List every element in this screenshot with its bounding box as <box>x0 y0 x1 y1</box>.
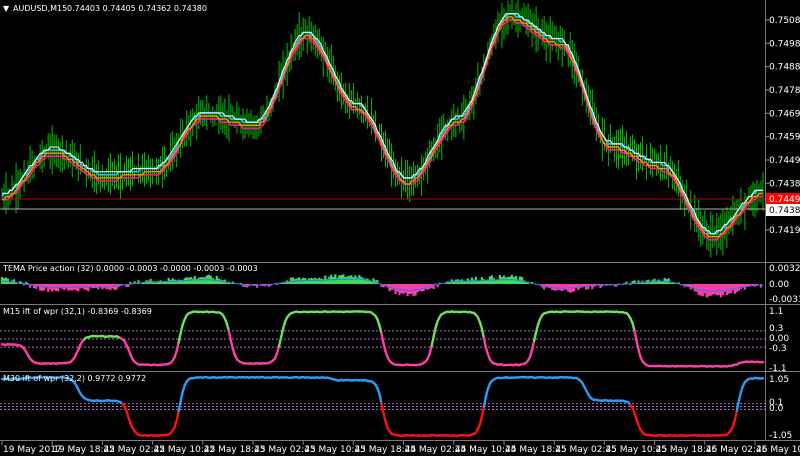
trading-chart[interactable]: ▼ AUDUSD,M15 0.74403 0.74405 0.74362 0.7… <box>0 0 800 456</box>
price-tick-label: 0.75083 <box>769 16 800 26</box>
price-tick-label: 0.74380 <box>769 179 800 189</box>
oscillator-tick-label: 1.1 <box>769 307 783 317</box>
oscillator-tick-label: -1.1 <box>769 364 787 374</box>
time-tick-label: 26 May 10:45 <box>756 445 800 455</box>
tema-tick-label: -0.0033 <box>769 295 800 305</box>
current-price-boxes: 0.74497 0.74380 <box>766 193 800 216</box>
oscillator-tick-label: 1.05 <box>769 375 789 385</box>
price-tick-label: 0.74593 <box>769 133 800 143</box>
m15-pane-label: M15 ift of wpr (32,1) -0.8369 -0.8369 <box>3 307 152 316</box>
price-tick-label: 0.74988 <box>769 39 800 49</box>
oscillator-tick-label: 0.0 <box>769 404 784 414</box>
marker-price-label: 0.74497 <box>769 195 800 205</box>
tema-pane-label: TEMA Price action (32) 0.0000 -0.0003 -0… <box>2 264 258 273</box>
price-tick-label: 0.74788 <box>769 86 800 96</box>
oscillator-tick-label: -1.05 <box>769 431 792 441</box>
symbol-title: AUDUSD,M15 <box>13 4 67 13</box>
m30-pane-label: M30 ift of wpr (32,2) 0.9772 0.9772 <box>3 374 146 383</box>
price-tick-label: 0.74493 <box>769 156 800 166</box>
price-tick-label: 0.74693 <box>769 109 800 119</box>
chart-background <box>0 0 800 456</box>
tema-tick-label: 0.0032 <box>769 264 800 274</box>
price-tick-label: 0.74198 <box>769 226 800 236</box>
header-dropdown-arrow-icon[interactable]: ▼ <box>3 4 10 13</box>
oscillator-tick-label: 0.3 <box>769 324 783 334</box>
tema-tick-label: 0.00 <box>769 280 789 290</box>
chart-header: ▼ AUDUSD,M15 0.74403 0.74405 0.74362 0.7… <box>3 4 207 13</box>
ohlc-values: 0.74403 0.74405 0.74362 0.74380 <box>67 4 207 13</box>
oscillator-tick-label: 0.00 <box>769 334 789 344</box>
price-tick-label: 0.74883 <box>769 63 800 73</box>
current-price-label: 0.74380 <box>769 206 800 216</box>
oscillator-tick-label: -0.3 <box>769 344 787 354</box>
